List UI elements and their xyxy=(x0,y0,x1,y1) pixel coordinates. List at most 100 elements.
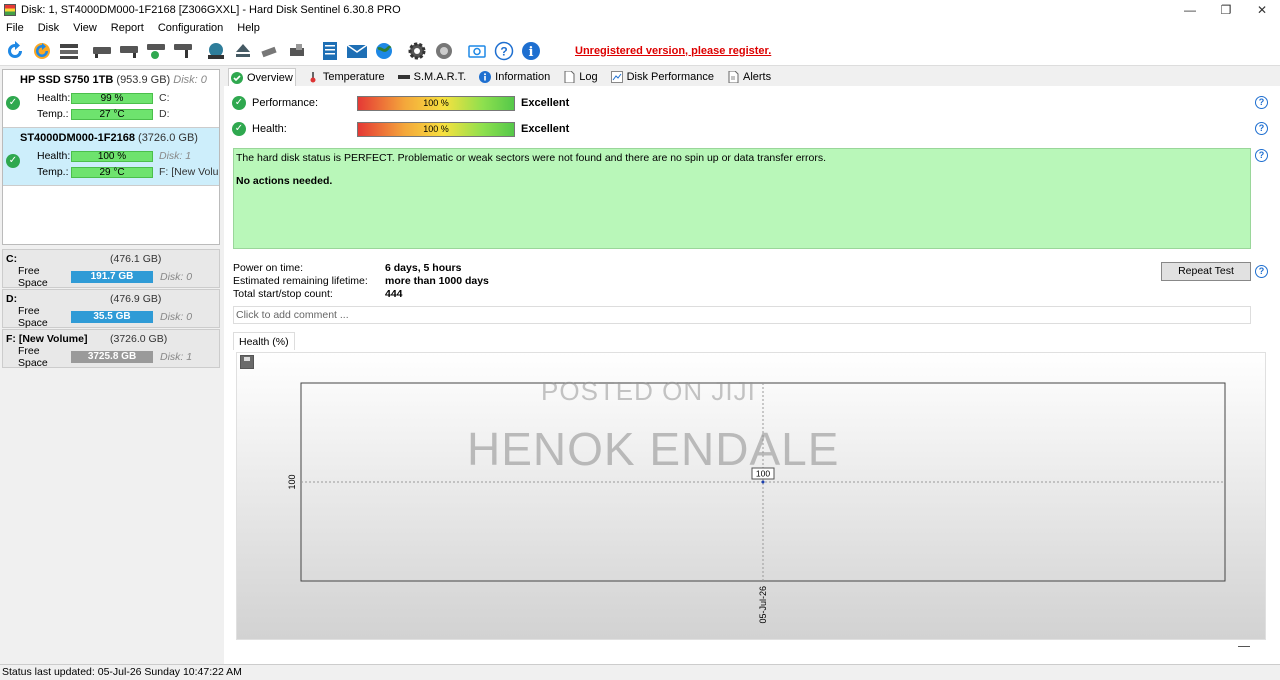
menu-view[interactable]: View xyxy=(73,22,97,34)
health-row: ✓ Health: 100 % Excellent xyxy=(232,120,569,138)
refresh-icon[interactable] xyxy=(4,40,26,62)
disk-name: ST4000DM000-1F2168 (3726.0 GB) xyxy=(20,132,198,144)
maximize-button[interactable]: ❐ xyxy=(1208,0,1244,20)
options-icon[interactable] xyxy=(433,40,455,62)
temp-row: Temp.: 27 °C D: xyxy=(37,108,170,120)
minimize-button[interactable]: — xyxy=(1172,0,1208,20)
health-bar: 100 % xyxy=(71,150,153,162)
start-stop-count: 444 xyxy=(385,287,403,300)
help-icon[interactable]: ? xyxy=(493,40,515,62)
info-icon[interactable]: i xyxy=(520,40,542,62)
disk-test-icon[interactable] xyxy=(91,40,113,62)
disk-info: Power on time: 6 days, 5 hours Estimated … xyxy=(233,261,489,300)
toolbar: ? i Unregistered version, please registe… xyxy=(0,36,1280,66)
help-icon[interactable]: ? xyxy=(1255,149,1268,162)
close-button[interactable]: ✕ xyxy=(1244,0,1280,20)
health-bar: 100 % xyxy=(357,121,515,137)
status-bar: Status last updated: 05-Jul-26 Sunday 10… xyxy=(0,664,1280,680)
tab-health-chart[interactable]: Health (%) xyxy=(233,332,295,350)
info-icon xyxy=(479,71,492,83)
tab-smart[interactable]: S.M.A.R.T. xyxy=(396,68,469,86)
y-tick-label: 100 xyxy=(287,474,297,489)
mail-icon[interactable] xyxy=(346,40,368,62)
disk-list: HP SSD S750 1TB (953.9 GB) Disk: 0 ✓ Hea… xyxy=(2,69,220,245)
remaining-lifetime: more than 1000 days xyxy=(385,274,489,287)
check-icon xyxy=(231,71,243,84)
svg-text:?: ? xyxy=(500,44,507,58)
help-icon[interactable]: ? xyxy=(1255,122,1268,135)
window-title: Disk: 1, ST4000DM000-1F2168 [Z306GXXL] -… xyxy=(21,4,401,16)
watermark-line2: HENOK ENDALE xyxy=(467,423,840,475)
health-bar: 99 % xyxy=(71,92,153,104)
surface-test-icon[interactable] xyxy=(118,40,140,62)
disk-ok-icon[interactable] xyxy=(145,40,167,62)
unregistered-link[interactable]: Unregistered version, please register. xyxy=(575,45,771,57)
repeat-test-button[interactable]: Repeat Test xyxy=(1161,262,1251,281)
performance-bar: 100 % xyxy=(357,95,515,111)
action-text: No actions needed. xyxy=(236,175,333,187)
menu-disk[interactable]: Disk xyxy=(38,22,59,34)
save-icon[interactable] xyxy=(240,355,254,369)
disk-item-0[interactable]: HP SSD S750 1TB (953.9 GB) Disk: 0 ✓ Hea… xyxy=(3,70,219,128)
temp-row: Temp.: 29 °C F: [New Volume] xyxy=(37,166,219,178)
window-controls: — ❐ ✕ xyxy=(1172,0,1280,20)
health-row: Health: 99 % C: xyxy=(37,92,170,104)
tools-icon[interactable] xyxy=(259,40,281,62)
health-ok-icon: ✓ xyxy=(232,122,246,136)
health-ok-icon: ✓ xyxy=(6,96,20,110)
temp-bar: 27 °C xyxy=(71,108,153,120)
performance-icon xyxy=(610,71,623,83)
report-icon[interactable] xyxy=(319,40,341,62)
eject-icon[interactable] xyxy=(232,40,254,62)
document-icon xyxy=(563,71,575,83)
performance-rating: Excellent xyxy=(521,97,570,109)
status-text: The hard disk status is PERFECT. Problem… xyxy=(236,152,827,164)
tab-information[interactable]: Information xyxy=(477,68,552,86)
globe-disk-icon[interactable] xyxy=(205,40,227,62)
minimize-chart-icon[interactable] xyxy=(1238,646,1250,647)
help-icon[interactable]: ? xyxy=(1255,265,1268,278)
comment-input[interactable]: Click to add comment ... xyxy=(233,306,1251,324)
alert-icon xyxy=(727,71,739,83)
help-icon[interactable]: ? xyxy=(1255,96,1268,109)
free-space-bar: 3725.8 GB xyxy=(71,351,153,363)
title-bar: Disk: 1, ST4000DM000-1F2168 [Z306GXXL] -… xyxy=(0,0,1280,20)
volume-item-d[interactable]: D: (476.9 GB) Free Space 35.5 GB Disk: 0 xyxy=(2,289,220,329)
tab-overview[interactable]: Overview xyxy=(228,68,296,86)
tab-strip: Overview Temperature S.M.A.R.T. Informat… xyxy=(228,68,782,86)
watermark-line1: POSTED ON JIJI xyxy=(541,376,756,406)
volume-item-f[interactable]: F: [New Volume] (3726.0 GB) Free Space 3… xyxy=(2,329,220,369)
data-point xyxy=(761,480,765,484)
disk-icon xyxy=(397,71,410,83)
free-space-bar: 191.7 GB xyxy=(71,271,153,283)
performance-ok-icon: ✓ xyxy=(232,96,246,110)
svg-text:i: i xyxy=(529,45,534,60)
menu-report[interactable]: Report xyxy=(111,22,144,34)
printer-icon[interactable] xyxy=(286,40,308,62)
left-panel: HP SSD S750 1TB (953.9 GB) Disk: 0 ✓ Hea… xyxy=(0,67,222,664)
disk-name: HP SSD S750 1TB (953.9 GB) Disk: 0 xyxy=(20,74,207,86)
status-message-box: The hard disk status is PERFECT. Problem… xyxy=(233,148,1251,249)
tab-alerts[interactable]: Alerts xyxy=(725,68,773,86)
tab-temperature[interactable]: Temperature xyxy=(305,68,387,86)
volume-item-c[interactable]: C: (476.1 GB) Free Space 191.7 GB Disk: … xyxy=(2,249,220,289)
performance-row: ✓ Performance: 100 % Excellent xyxy=(232,94,569,112)
disk-list-icon[interactable] xyxy=(58,40,80,62)
menu-configuration[interactable]: Configuration xyxy=(158,22,223,34)
temp-bar: 29 °C xyxy=(71,166,153,178)
menu-file[interactable]: File xyxy=(6,22,24,34)
menu-help[interactable]: Help xyxy=(237,22,260,34)
health-ok-icon: ✓ xyxy=(6,154,20,168)
refresh-all-icon[interactable] xyxy=(31,40,53,62)
camera-icon[interactable] xyxy=(466,40,488,62)
x-tick-label: 05-Jul-26 xyxy=(758,586,768,624)
disk-item-1[interactable]: ST4000DM000-1F2168 (3726.0 GB) ✓ Health:… xyxy=(3,128,219,186)
disk-repair-icon[interactable] xyxy=(172,40,194,62)
tab-disk-performance[interactable]: Disk Performance xyxy=(609,68,716,86)
web-icon[interactable] xyxy=(373,40,395,62)
health-row: Health: 100 % Disk: 1 xyxy=(37,150,192,162)
tab-log[interactable]: Log xyxy=(561,68,599,86)
volume-list: C: (476.1 GB) Free Space 191.7 GB Disk: … xyxy=(2,249,220,369)
settings-icon[interactable] xyxy=(406,40,428,62)
thermometer-icon xyxy=(307,71,319,83)
